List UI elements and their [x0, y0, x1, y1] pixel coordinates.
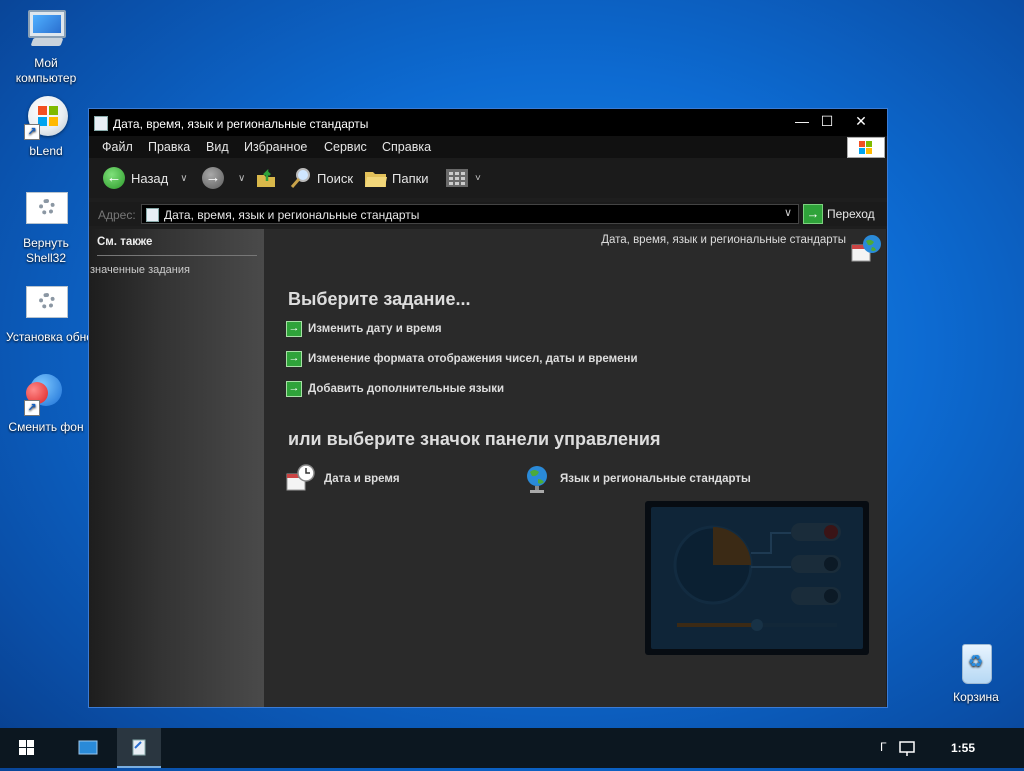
- windows-start-icon: [19, 740, 34, 755]
- window-icon: [94, 116, 108, 131]
- close-button[interactable]: ✕: [845, 109, 877, 135]
- pick-task-heading: Выберите задание...: [288, 289, 471, 309]
- chevron-down-icon[interactable]: ∨: [780, 206, 796, 222]
- main-content: Дата, время, язык и региональные стандар…: [264, 229, 886, 707]
- back-label: Назад: [131, 170, 169, 186]
- forward-arrow-icon: →: [202, 167, 224, 189]
- task-label: Добавить дополнительные языки: [308, 383, 505, 395]
- desktop-icon-label: Сменить фон: [8, 420, 84, 434]
- menu-file[interactable]: Файл: [102, 140, 133, 154]
- clock[interactable]: 1:55: [951, 741, 975, 755]
- task-change-date-time[interactable]: → Изменить дату и время: [286, 321, 442, 337]
- settings-illustration: [645, 501, 869, 655]
- menu-view[interactable]: Вид: [206, 140, 229, 154]
- tray-language-indicator[interactable]: Г: [880, 740, 887, 754]
- task-label: Изменить дату и время: [308, 323, 442, 335]
- desktop-icon-label: Вернуть Shell32: [23, 236, 69, 265]
- explorer-window: Дата, время, язык и региональные стандар…: [88, 108, 888, 708]
- back-button[interactable]: ← Назад ∨: [103, 166, 188, 190]
- green-arrow-icon: →: [286, 321, 302, 337]
- desktop-icon-blend[interactable]: ↗ bLend: [6, 94, 86, 159]
- chevron-down-icon[interactable]: ∨: [180, 173, 187, 184]
- desktop-icon-my-computer[interactable]: Мой компьютер: [6, 6, 86, 86]
- views-grid-icon: [446, 169, 468, 187]
- desktop-icon-label: Мой компьютер: [15, 56, 77, 85]
- folders-button[interactable]: Папки: [364, 166, 429, 190]
- desktop-icon-label: Корзина: [953, 690, 999, 704]
- cp-icon-date-time[interactable]: Дата и время: [286, 463, 400, 495]
- control-panel-icon: [132, 739, 146, 756]
- up-folder-button[interactable]: [255, 166, 277, 190]
- chevron-down-icon[interactable]: ˅: [475, 173, 481, 184]
- desktop-icon-change-background[interactable]: ↗ Сменить фон: [6, 370, 86, 435]
- desktop-icon-recycle-bin[interactable]: Корзина: [936, 640, 1016, 705]
- address-bar: Адрес: Дата, время, язык и региональные …: [89, 202, 887, 226]
- monitor-icon: [78, 740, 98, 755]
- chevron-down-icon[interactable]: ∨: [238, 173, 245, 184]
- windows-logo-icon: ↗: [22, 94, 70, 142]
- shortcut-arrow-icon: ↗: [24, 400, 40, 416]
- pie-toggles-illustration: [673, 523, 841, 631]
- globe-icon: [522, 464, 552, 494]
- menu-favorites[interactable]: Избранное: [244, 140, 307, 154]
- desktop-icon-install-updates[interactable]: Установка обновлен...: [6, 280, 130, 345]
- cp-icon-regional-settings[interactable]: Язык и региональные стандарты: [522, 463, 751, 495]
- go-button[interactable]: → Переход: [803, 204, 875, 224]
- green-arrow-icon: →: [286, 351, 302, 367]
- date-time-language-category-icon: [850, 233, 882, 265]
- menu-tools[interactable]: Сервис: [324, 140, 367, 154]
- window-title: Дата, время, язык и региональные стандар…: [113, 117, 369, 131]
- green-arrow-icon: →: [286, 381, 302, 397]
- divider: [97, 255, 257, 256]
- go-label: Переход: [827, 207, 875, 221]
- desktop-icon-label: Установка обновлен...: [6, 330, 130, 344]
- start-button[interactable]: [4, 728, 48, 768]
- search-icon: [290, 168, 310, 188]
- background-changer-icon: ↗: [22, 370, 70, 418]
- folders-label: Папки: [392, 170, 429, 186]
- taskbar: Г 1:55: [0, 728, 1024, 768]
- search-button[interactable]: Поиск: [289, 166, 353, 190]
- taskbar-explorer-window[interactable]: [117, 728, 161, 768]
- desktop-icon-restore-shell32[interactable]: Вернуть Shell32: [6, 186, 86, 266]
- task-label: Изменение формата отображения чисел, дат…: [308, 353, 638, 365]
- windows-flag-logo: [847, 137, 885, 158]
- views-button[interactable]: ˅: [445, 166, 481, 190]
- title-bar[interactable]: Дата, время, язык и региональные стандар…: [89, 109, 887, 136]
- see-also-scheduled-tasks-link[interactable]: значенные задания: [90, 264, 190, 276]
- address-label: Адрес:: [98, 208, 136, 222]
- desktop-icon-label: bLend: [29, 144, 63, 158]
- go-arrow-icon: →: [803, 204, 823, 224]
- shortcut-arrow-icon: ↗: [24, 124, 40, 140]
- address-value: Дата, время, язык и региональные стандар…: [164, 208, 420, 222]
- menu-bar: Файл Правка Вид Избранное Сервис Справка: [89, 136, 887, 158]
- calendar-clock-icon: [286, 464, 316, 494]
- settings-file-icon: [22, 280, 70, 328]
- maximize-button[interactable]: ☐: [811, 109, 843, 135]
- search-label: Поиск: [317, 170, 354, 186]
- folder-up-icon: [257, 168, 275, 187]
- pick-icon-heading: или выберите значок панели управления: [288, 429, 661, 449]
- taskbar-desktop-app[interactable]: [66, 728, 110, 768]
- see-also-header: См. также: [97, 236, 153, 248]
- forward-button[interactable]: → ∨: [202, 166, 245, 190]
- toolbar: ← Назад ∨ → ∨ Поиск Папки ˅: [89, 158, 887, 198]
- folders-icon: [365, 172, 387, 187]
- task-change-number-format[interactable]: → Изменение формата отображения чисел, д…: [286, 351, 638, 367]
- settings-file-icon: [22, 186, 70, 234]
- cp-icon-label: Язык и региональные стандарты: [560, 473, 751, 485]
- left-task-pane: См. также значенные задания: [90, 229, 264, 707]
- control-panel-icon: [146, 208, 159, 222]
- address-field[interactable]: Дата, время, язык и региональные стандар…: [141, 204, 799, 224]
- category-title: Дата, время, язык и региональные стандар…: [601, 234, 846, 246]
- cp-icon-label: Дата и время: [324, 473, 400, 485]
- menu-edit[interactable]: Правка: [148, 140, 190, 154]
- task-add-languages[interactable]: → Добавить дополнительные языки: [286, 381, 504, 397]
- menu-help[interactable]: Справка: [382, 140, 431, 154]
- back-arrow-icon: ←: [103, 167, 125, 189]
- recycle-bin-icon: [952, 640, 1000, 688]
- computer-icon: [22, 6, 70, 54]
- action-center-icon[interactable]: [897, 738, 919, 758]
